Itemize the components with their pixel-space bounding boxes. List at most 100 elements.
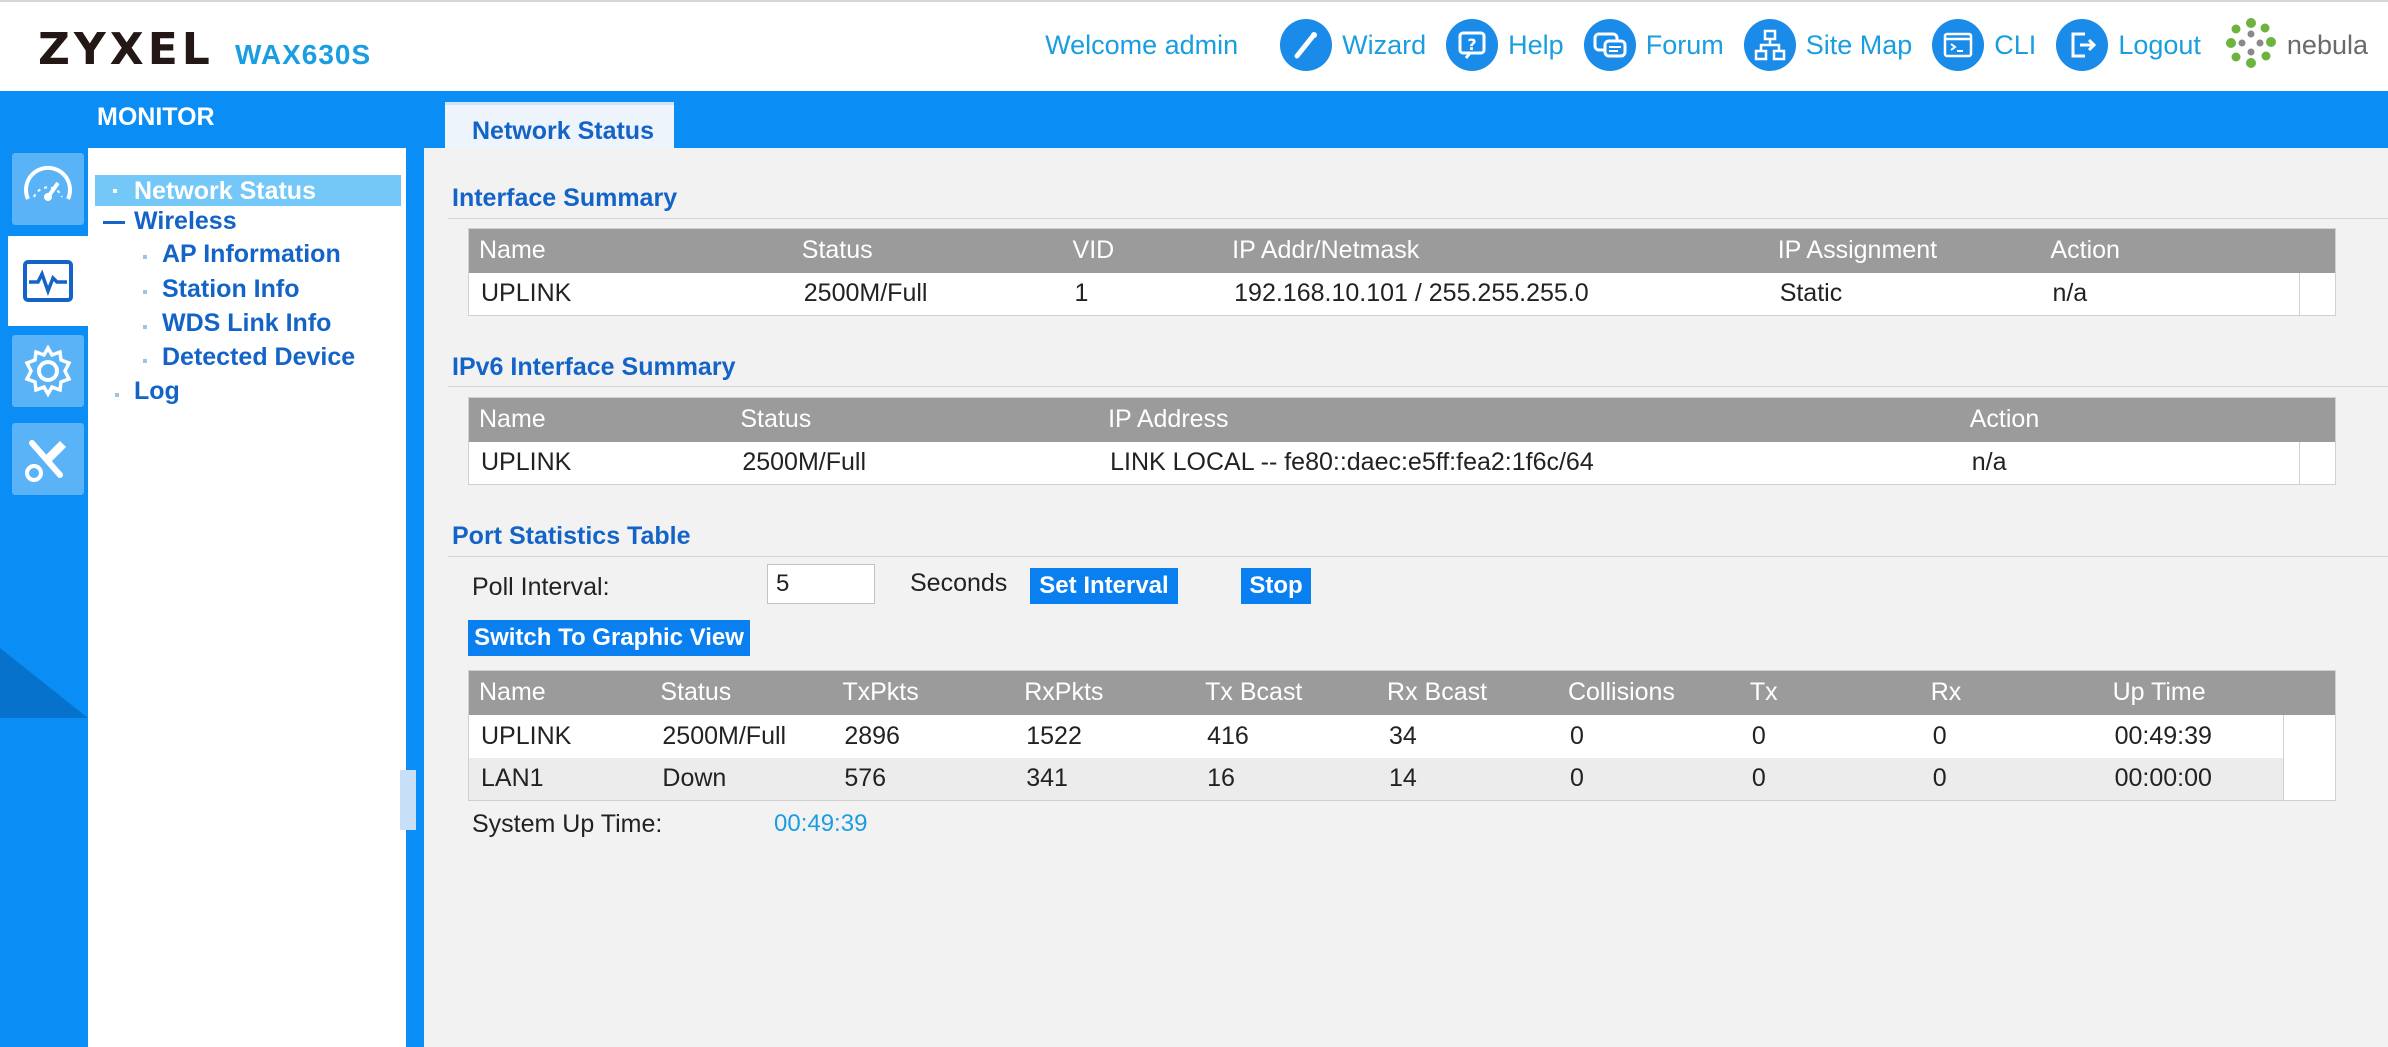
column-header: Tx — [1749, 678, 1778, 707]
forum-link[interactable]: Forum — [1583, 19, 1724, 71]
port-stats-title: Port Statistics Table — [452, 522, 691, 550]
cell-uptime: 00:00:00 — [2114, 764, 2212, 793]
cli-link[interactable]: CLI — [1932, 19, 2036, 71]
column-header: Name — [479, 678, 546, 707]
wizard-link[interactable]: Wizard — [1280, 19, 1426, 71]
cell-tx: 0 — [1751, 721, 1766, 750]
poll-interval-input[interactable] — [767, 564, 875, 604]
rail-maintenance[interactable] — [8, 418, 88, 500]
rail-monitor[interactable] — [8, 236, 88, 326]
section-divider — [448, 556, 2388, 557]
scrollbar-gutter — [2298, 441, 2336, 485]
logout-label: Logout — [2118, 29, 2201, 60]
column-header: Action — [2050, 236, 2120, 265]
cell-rx-bcast: 14 — [1389, 764, 1417, 793]
monitor-icon — [12, 245, 84, 317]
scrollbar-gutter — [2282, 757, 2336, 801]
cell-rx-bcast: 34 — [1389, 721, 1417, 750]
column-header: IP Address — [1108, 405, 1229, 434]
column-header: Action — [1969, 405, 2040, 434]
cell-name: UPLINK — [481, 448, 572, 477]
wizard-icon — [1280, 19, 1333, 71]
menu-bullet — [143, 359, 147, 363]
menu-log[interactable]: Log — [134, 377, 180, 406]
forum-icon — [1583, 19, 1636, 71]
column-header: IP Assignment — [1777, 236, 1938, 265]
tab-network-status[interactable]: Network Status — [445, 102, 674, 148]
ipv6-summary-table: Name Status IP Address Action UPLINK 250… — [468, 397, 2336, 485]
cell-tx-bcast: 16 — [1207, 764, 1235, 793]
interface-summary-table: Name Status VID IP Addr/Netmask IP Assig… — [468, 228, 2336, 316]
welcome-text: Welcome admin — [1045, 29, 1239, 60]
zyxel-logo: ZYXEL — [38, 24, 214, 75]
graphic-view-button[interactable]: Switch To Graphic View — [468, 620, 750, 656]
table-header-row: Name Status VID IP Addr/Netmask IP Assig… — [468, 228, 2336, 273]
cell-status: 2500M/Full — [662, 721, 787, 750]
column-header: IP Addr/Netmask — [1232, 236, 1420, 265]
table-row[interactable]: UPLINK 2500M/Full LINK LOCAL -- fe80::da… — [468, 441, 2336, 485]
menu-station-info[interactable]: Station Info — [162, 275, 299, 304]
sitemap-label: Site Map — [1805, 29, 1913, 60]
column-header: Name — [479, 405, 546, 434]
cell-rx: 0 — [1932, 721, 1947, 750]
table-header-row: Name Status TxPkts RxPkts Tx Bcast Rx Bc… — [468, 670, 2336, 715]
rail-dashboard[interactable] — [8, 148, 88, 230]
logout-link[interactable]: Logout — [2056, 19, 2201, 71]
maintenance-icon — [12, 423, 84, 495]
menu-wireless[interactable]: Wireless — [134, 207, 237, 236]
nebula-label: nebula — [2286, 29, 2368, 60]
column-header — [2283, 671, 2335, 715]
section-divider — [448, 386, 2388, 387]
cli-label: CLI — [1994, 29, 2037, 60]
svg-text:?: ? — [1468, 35, 1477, 54]
system-uptime-value: 00:49:39 — [774, 810, 868, 837]
column-header: Tx Bcast — [1205, 678, 1303, 707]
scrollbar-gutter — [2282, 714, 2336, 758]
table-row[interactable]: LAN1 Down 576 341 16 14 0 0 0 00:00:00 — [468, 757, 2336, 801]
menu-detected-device[interactable]: Detected Device — [162, 343, 355, 372]
cell-ip-address: LINK LOCAL -- fe80::daec:e5ff:fea2:1f6c/… — [1110, 448, 1594, 477]
cell-uptime: 00:49:39 — [2114, 721, 2212, 750]
sitemap-link[interactable]: Site Map — [1743, 19, 1913, 71]
configuration-icon — [12, 335, 84, 407]
interface-summary-title: Interface Summary — [452, 184, 678, 212]
help-label: Help — [1508, 29, 1564, 60]
cell-rxpkts: 1522 — [1026, 721, 1082, 750]
menu-network-status[interactable]: Network Status — [95, 175, 401, 206]
cell-ip: 192.168.10.101 / 255.255.255.0 — [1234, 279, 1589, 308]
cell-status: 2500M/Full — [803, 279, 928, 308]
nebula-link[interactable]: nebula — [2223, 15, 2368, 76]
stop-button[interactable]: Stop — [1241, 568, 1311, 604]
menu-collapse-handle[interactable] — [400, 770, 416, 830]
cell-tx: 0 — [1751, 764, 1766, 793]
menu-bullet — [115, 393, 119, 397]
cell-vid: 1 — [1074, 279, 1089, 308]
column-header — [2299, 229, 2335, 273]
set-interval-button[interactable]: Set Interval — [1030, 568, 1178, 604]
wizard-label: Wizard — [1342, 29, 1427, 60]
column-header: Status — [801, 236, 873, 265]
menu-divider — [406, 148, 424, 1047]
menu-expand-dash — [103, 221, 125, 224]
help-icon: ? — [1446, 19, 1499, 71]
menu-bullet — [143, 290, 147, 294]
rail-configuration[interactable] — [8, 330, 88, 412]
scrollbar-gutter — [2298, 272, 2336, 316]
column-header: TxPkts — [842, 678, 919, 707]
dashboard-icon — [12, 153, 84, 225]
cell-assignment: Static — [1779, 279, 1843, 308]
table-row[interactable]: UPLINK 2500M/Full 1 192.168.10.101 / 255… — [468, 272, 2336, 316]
column-header: Collisions — [1567, 678, 1675, 707]
forum-label: Forum — [1645, 29, 1724, 60]
table-row[interactable]: UPLINK 2500M/Full 2896 1522 416 34 0 0 0… — [468, 714, 2336, 758]
help-link[interactable]: ? Help — [1446, 19, 1564, 71]
menu-ap-information[interactable]: AP Information — [162, 240, 341, 269]
menu-wds-link-info[interactable]: WDS Link Info — [162, 309, 331, 338]
cell-txpkts: 576 — [844, 764, 887, 793]
cell-action: n/a — [1971, 448, 2007, 477]
section-title: MONITOR — [97, 103, 215, 131]
column-header: VID — [1072, 236, 1115, 265]
cell-name: UPLINK — [481, 279, 572, 308]
header: ZYXEL WAX630S Welcome admin Wizard ? Hel… — [0, 0, 2388, 91]
cell-collisions: 0 — [1569, 721, 1584, 750]
